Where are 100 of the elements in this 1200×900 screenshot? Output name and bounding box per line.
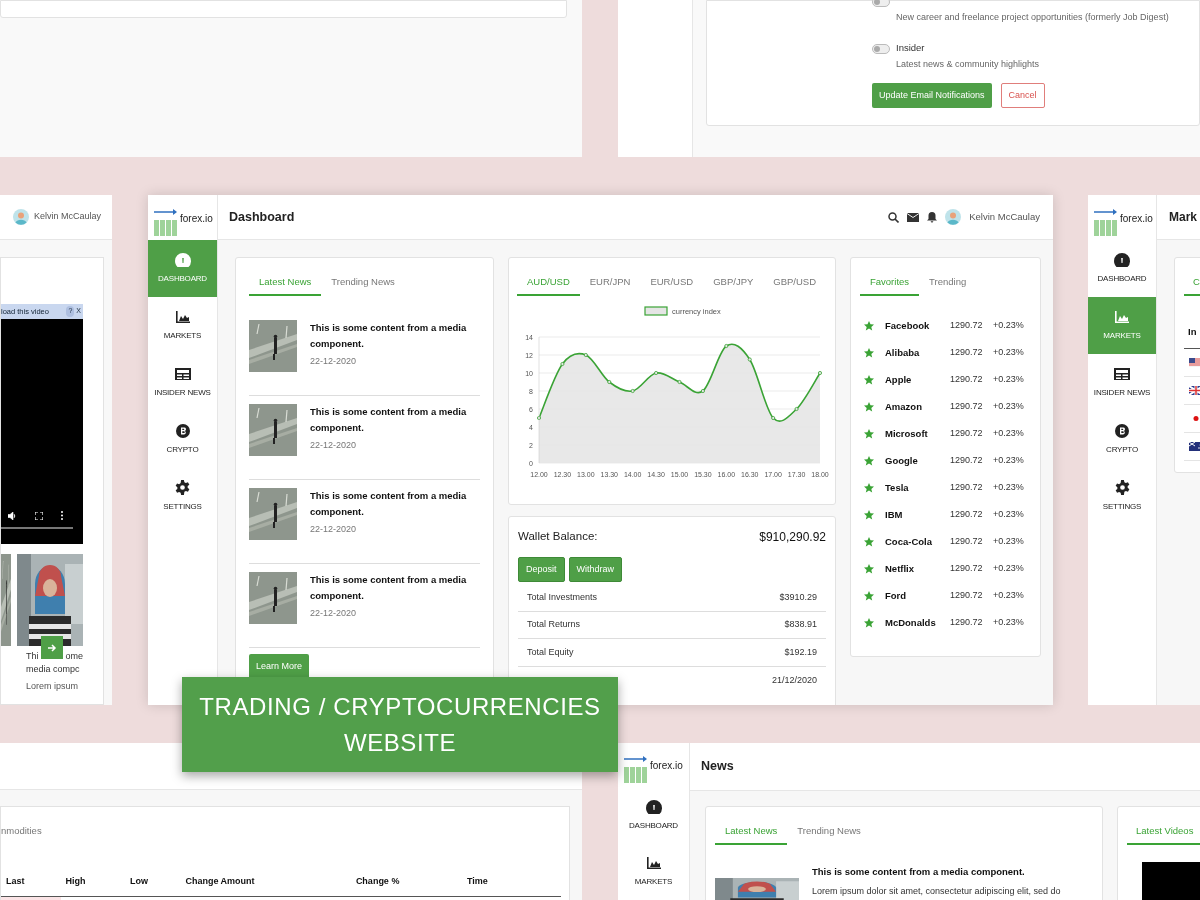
banner-title: TRADING / CRYPTOCURRENCIES WEBSITE [199,691,601,758]
star-icon[interactable] [864,347,874,358]
logo-text: forex.io [650,759,683,774]
company-name: Coca-Cola [885,534,933,549]
change: +0.23% [993,508,1024,521]
tab[interactable]: EUR/USD [640,275,704,297]
page-title: Mark [1169,209,1197,226]
column-header: Last [6,876,25,887]
column-header: Change Amount [185,876,255,887]
next-button[interactable] [41,636,63,659]
avatar-icon [945,209,962,225]
star-icon[interactable] [864,590,874,601]
toggle-switch[interactable] [872,0,890,7]
company-name: Facebook [885,318,931,333]
star-icon[interactable] [864,428,874,439]
price: 1290.72 [950,400,984,413]
page-title: News [701,758,734,776]
learn-more-button[interactable]: Learn More [249,654,310,680]
star-icon[interactable] [864,374,874,385]
option-description: Latest news & community highlights [896,57,1041,71]
star-icon[interactable] [864,455,874,466]
tab[interactable]: EUR/JPN [579,275,641,297]
change: +0.23% [993,319,1024,332]
mail-icon[interactable] [907,212,920,222]
change: +0.23% [993,589,1024,602]
search-icon[interactable] [888,211,900,223]
tab[interactable]: GBP/JPY [703,275,764,297]
column-header: Change % [355,876,400,887]
tab[interactable]: Latest News [249,275,322,297]
sidebar-item[interactable]: INSIDER NEWS [148,354,217,411]
sidebar-item[interactable]: INSIDER NEWS [1088,354,1156,411]
tab[interactable]: Trending News [321,275,405,297]
sidebar-item[interactable]: MARKETS [618,843,689,900]
gauge-icon [174,252,191,267]
caption-text: Thi [26,650,39,663]
price: 1290.72 [950,454,984,467]
news-headline: This is some content from a media component. [310,573,468,604]
star-icon[interactable] [864,401,874,412]
deposit-button[interactable]: Deposit [518,557,565,582]
change: +0.23% [993,454,1024,467]
star-icon[interactable] [864,320,874,331]
change: +0.23% [993,535,1024,548]
wallet-title: Wallet Balance: [518,529,598,545]
price: 1290.72 [950,535,984,548]
sidebar-item[interactable]: SETTINGS [1088,468,1156,525]
tab[interactable]: GBP/USD [763,275,827,297]
news-date: 22-12-2020 [310,355,358,369]
price: 1290.72 [950,589,984,602]
star-icon[interactable] [864,536,874,547]
tab[interactable]: nmodities [1,824,61,846]
star-icon[interactable] [864,509,874,520]
newspaper-icon [1114,366,1130,381]
volume-icon[interactable] [8,511,17,520]
sidebar-item[interactable]: SETTINGS [148,468,217,525]
star-icon[interactable] [864,482,874,493]
price: 1290.72 [950,346,984,359]
area-chart-icon [645,855,662,870]
withdraw-button[interactable]: Withdraw [568,557,623,582]
price: 1290.72 [950,427,984,440]
change: +0.23% [993,346,1024,359]
tab[interactable]: C [1184,275,1200,297]
change: +0.23% [993,373,1024,386]
news-date: 22-12-2020 [310,523,358,537]
company-name: Tesla [885,480,910,495]
sidebar-item[interactable]: MARKETS [1088,297,1156,354]
tab[interactable]: Favorites [860,275,920,297]
column-header: Low [129,876,148,887]
logo-icon [154,208,178,236]
caption-text: media compc [26,663,81,676]
logo-text: forex.io [180,212,213,226]
star-icon[interactable] [864,617,874,628]
toggle-switch[interactable] [872,43,890,54]
sidebar-item[interactable]: CRYPTO [1088,411,1156,468]
news-headline: This is some content from a media component. [310,489,468,520]
area-chart-icon [1114,309,1130,324]
logo-icon [624,755,648,784]
tab[interactable]: Latest Videos [1127,824,1200,846]
price: 1290.72 [950,319,984,332]
option-label: Insider [896,41,925,56]
sidebar-item[interactable]: DASHBOARD [618,787,689,844]
sidebar-item[interactable]: CRYPTO [148,411,217,468]
news-headline: This is some content from a media component. [310,405,468,436]
sidebar-item[interactable]: MARKETS [148,297,217,354]
sidebar-item[interactable]: DASHBOARD [148,240,217,297]
tab[interactable]: AUD/USD [517,275,580,297]
summary-label: Total Equity [527,645,574,659]
update-button[interactable]: Update Email Notifications [872,83,992,108]
tab[interactable]: Trending News [787,824,871,846]
cancel-button[interactable]: Cancel [1000,83,1045,108]
arrow-right-icon [47,642,57,653]
summary-label: Total Returns [527,618,581,631]
tab[interactable]: Latest News [715,824,788,846]
tab[interactable]: Trending [919,275,977,297]
star-icon[interactable] [864,563,874,574]
company-name: Ford [885,588,908,603]
bell-icon[interactable] [927,211,938,223]
fullscreen-icon[interactable] [35,511,43,520]
column-header: Time [466,876,488,887]
change: +0.23% [993,400,1024,413]
sidebar-item[interactable]: DASHBOARD [1088,240,1156,297]
